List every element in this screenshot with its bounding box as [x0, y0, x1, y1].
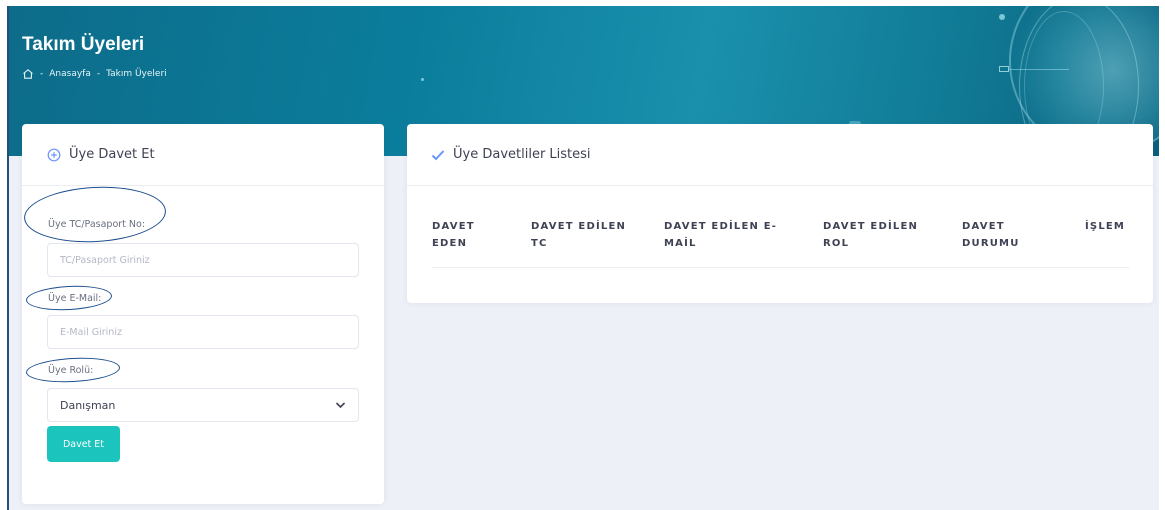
invites-card-header: Üye Davetliler Listesi — [407, 124, 1153, 186]
page-title: Takım Üyeleri — [22, 34, 145, 55]
breadcrumb-item-current[interactable]: Takım Üyeleri — [106, 69, 167, 79]
plus-circle-icon — [47, 148, 61, 161]
invite-submit-button[interactable]: Davet Et — [47, 426, 120, 462]
invite-card-header: Üye Davet Et — [22, 124, 384, 186]
invites-card-title: Üye Davetliler Listesi — [453, 147, 591, 162]
column-header-davet-eden: DAVET EDEN — [432, 221, 475, 249]
chevron-down-icon — [335, 402, 346, 409]
home-icon[interactable] — [22, 68, 34, 80]
column-header-davet-durumu: DAVET DURUMU — [962, 221, 1020, 249]
page-left-border — [7, 6, 9, 510]
email-label: Üye E-Mail: — [48, 293, 102, 304]
column-header-davet-edilen-rol: DAVET EDİLEN ROL — [823, 221, 919, 249]
tc-passport-input[interactable] — [47, 243, 359, 277]
email-input[interactable] — [47, 315, 359, 349]
breadcrumb-separator: - — [40, 69, 44, 79]
decor-dot — [999, 14, 1005, 20]
role-selected-value: Danışman — [60, 398, 116, 412]
role-select[interactable]: Danışman — [47, 388, 359, 422]
check-icon — [431, 149, 445, 160]
invites-table-header: DAVET EDEN DAVET EDİLEN TC DAVET EDİLEN E-… — [432, 218, 1129, 268]
decor-line — [1009, 69, 1069, 70]
right-edge — [1159, 0, 1165, 510]
invites-list-card: Üye Davetliler Listesi — [407, 124, 1153, 303]
decor-dot — [421, 78, 424, 81]
breadcrumb: - Anasayfa - Takım Üyeleri — [22, 68, 167, 80]
column-header-islem: İŞLEM — [1085, 221, 1126, 232]
breadcrumb-item-home[interactable]: Anasayfa — [49, 69, 91, 79]
tc-label: Üye TC/Pasaport No: — [48, 219, 146, 230]
column-header-davet-edilen-tc: DAVET EDİLEN TC — [531, 221, 627, 249]
breadcrumb-separator: - — [96, 69, 101, 79]
invite-card-title: Üye Davet Et — [69, 147, 155, 162]
decor-box — [999, 66, 1009, 72]
column-header-davet-edilen-email: DAVET EDİLEN E- MAİL — [664, 221, 778, 249]
role-label: Üye Rolü: — [48, 365, 94, 376]
